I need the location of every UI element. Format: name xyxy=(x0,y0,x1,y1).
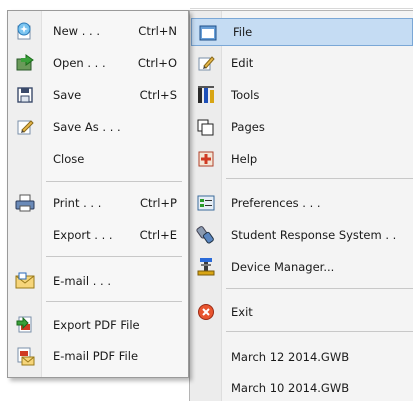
student-response-icon xyxy=(196,225,216,245)
menu-item-label: Print . . . xyxy=(53,196,102,210)
menu-item-shortcut: Ctrl+S xyxy=(139,88,177,102)
file-icon xyxy=(198,23,218,43)
main-menu-item-exit[interactable]: Exit xyxy=(190,298,413,326)
menu-item-label: E-mail . . . xyxy=(53,274,111,288)
menu-item-shortcut: Ctrl+E xyxy=(139,228,177,242)
top-divider xyxy=(190,8,413,9)
preferences-icon xyxy=(196,193,216,213)
save-as-icon xyxy=(15,117,35,137)
file-submenu: New . . . Ctrl+N Open . . . Ctrl+O Save … xyxy=(7,10,189,378)
main-menu-item-label: File xyxy=(233,25,253,39)
main-menu-item-student-response[interactable]: Student Response System . . xyxy=(190,221,413,249)
menu-item-label: Open . . . xyxy=(53,56,106,70)
main-menu-item-label: Pages xyxy=(231,120,265,134)
menu-item-shortcut: Ctrl+P xyxy=(139,196,177,210)
help-icon xyxy=(196,149,216,169)
menu-item-shortcut: Ctrl+N xyxy=(138,24,177,38)
menu-item-label: Close xyxy=(53,152,85,166)
main-menu-item-label: Exit xyxy=(231,305,253,319)
file-submenu-item-open[interactable]: Open . . . Ctrl+O xyxy=(8,49,188,77)
open-folder-icon xyxy=(15,53,35,73)
main-menu: File Edit Tools Pages Help Preferences .… xyxy=(189,10,413,401)
exit-icon xyxy=(196,302,216,322)
file-submenu-separator xyxy=(46,301,182,302)
menu-item-label: Export PDF File xyxy=(53,318,140,332)
main-menu-item-file[interactable]: File xyxy=(191,18,413,46)
main-menu-item-label: March 10 2014.GWB xyxy=(231,381,350,395)
email-pdf-icon xyxy=(15,346,35,366)
main-menu-separator xyxy=(226,288,413,289)
printer-icon xyxy=(15,193,35,213)
main-menu-item-label: Student Response System . . xyxy=(231,228,397,242)
email-envelope-icon xyxy=(15,271,35,291)
file-submenu-item-export[interactable]: Export . . . Ctrl+E xyxy=(8,221,188,249)
main-menu-separator xyxy=(226,178,413,179)
main-menu-item-label: Tools xyxy=(231,88,260,102)
file-submenu-item-close[interactable]: Close xyxy=(8,145,188,173)
main-menu-item-device-manager[interactable]: Device Manager... xyxy=(190,253,413,281)
main-menu-item-recent-file-2[interactable]: March 10 2014.GWB xyxy=(190,374,413,402)
new-document-icon xyxy=(15,21,35,41)
main-menu-item-label: Preferences . . . xyxy=(231,196,321,210)
file-submenu-item-save[interactable]: Save Ctrl+S xyxy=(8,81,188,109)
tools-icon xyxy=(196,85,216,105)
main-menu-item-label: Help xyxy=(231,152,258,166)
edit-pencil-icon xyxy=(196,53,216,73)
menu-item-shortcut: Ctrl+O xyxy=(137,56,177,70)
menu-item-label: Save xyxy=(53,88,82,102)
file-submenu-item-new[interactable]: New . . . Ctrl+N xyxy=(8,17,188,45)
export-pdf-icon xyxy=(15,315,35,335)
main-menu-item-label: March 12 2014.GWB xyxy=(231,350,350,364)
main-menu-item-recent-file-1[interactable]: March 12 2014.GWB xyxy=(190,343,413,371)
main-menu-item-preferences[interactable]: Preferences . . . xyxy=(190,189,413,217)
main-menu-item-pages[interactable]: Pages xyxy=(190,113,413,141)
device-manager-icon xyxy=(196,257,216,277)
file-submenu-item-email[interactable]: E-mail . . . xyxy=(8,267,188,295)
file-submenu-separator xyxy=(46,181,182,182)
menu-item-label: Save As . . . xyxy=(53,120,121,134)
main-menu-item-help[interactable]: Help xyxy=(190,145,413,173)
pages-icon xyxy=(196,117,216,137)
menu-item-label: New . . . xyxy=(53,24,101,38)
save-disk-icon xyxy=(15,85,35,105)
main-menu-item-edit[interactable]: Edit xyxy=(190,49,413,77)
menu-item-label: Export . . . xyxy=(53,228,113,242)
file-submenu-item-export-pdf[interactable]: Export PDF File xyxy=(8,311,188,339)
main-menu-item-tools[interactable]: Tools xyxy=(190,81,413,109)
file-submenu-separator xyxy=(46,256,182,257)
file-submenu-item-save-as[interactable]: Save As . . . xyxy=(8,113,188,141)
menu-item-label: E-mail PDF File xyxy=(53,349,139,363)
main-menu-item-label: Device Manager... xyxy=(231,260,335,274)
file-submenu-item-print[interactable]: Print . . . Ctrl+P xyxy=(8,189,188,217)
main-menu-item-label: Edit xyxy=(231,56,254,70)
main-menu-separator xyxy=(226,331,413,332)
file-submenu-item-email-pdf[interactable]: E-mail PDF File xyxy=(8,342,188,370)
